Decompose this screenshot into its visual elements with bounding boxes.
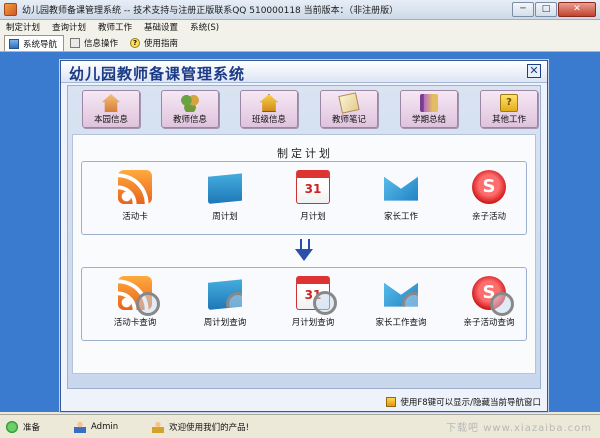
button-label: 教师笔记 (331, 115, 366, 125)
tab-label: 使用指南 (144, 39, 179, 49)
menu-item-query-plan[interactable]: 查询计划 (52, 21, 86, 33)
item-label: 周计划查询 (203, 318, 247, 328)
button-label: 班级信息 (251, 115, 286, 125)
other-work-button[interactable]: ? 其他工作 (480, 90, 538, 128)
item-label: 家长工作查询 (375, 318, 427, 328)
plan-content: 制定计划 活动卡 周计划 31 月计划 家长工作 S 亲子活动 活动卡查询 周计… (72, 134, 536, 374)
week-plan-item[interactable]: 周计划 (190, 170, 260, 222)
status-welcome-text: 欢迎使用我们的产品! (169, 422, 250, 433)
tab-label: 系统导航 (23, 39, 58, 50)
workspace: 幼儿园教师备课管理系统 ✕ 本园信息 教师信息 班级信息 教师笔记 学期总结 ?… (0, 52, 600, 412)
panel-body: 本园信息 教师信息 班级信息 教师笔记 学期总结 ? 其他工作 制定计划 活动卡… (67, 85, 541, 389)
parent-work-item[interactable]: 家长工作 (366, 170, 436, 222)
close-button[interactable]: ✕ (558, 2, 596, 17)
book-icon (420, 94, 438, 112)
activity-card-query-item[interactable]: 活动卡查询 (100, 276, 170, 328)
query-group: 活动卡查询 周计划查询 31 月计划查询 家长工作查询 S 亲子活动查询 (81, 267, 527, 341)
item-label: 活动卡查询 (113, 318, 157, 328)
semester-summary-button[interactable]: 学期总结 (400, 90, 458, 128)
button-label: 其他工作 (491, 115, 526, 125)
button-label: 教师信息 (172, 115, 207, 125)
window-controls: ─ □ ✕ (511, 2, 596, 17)
nav-icon (9, 38, 19, 49)
button-label: 学期总结 (411, 115, 446, 125)
maximize-button[interactable]: □ (535, 2, 557, 17)
menu-bar: 制定计划 查询计划 教师工作 基础设置 系统(S) (0, 20, 600, 34)
family-activity-item[interactable]: S 亲子活动 (454, 170, 524, 222)
tab-system-nav[interactable]: 系统导航 (4, 35, 65, 51)
ready-icon (6, 420, 18, 433)
window-title: 幼儿园教师备课管理系统 -- 技术支持与注册正版联系QQ 510000118 当… (22, 6, 399, 16)
item-label: 月计划查询 (291, 318, 335, 328)
item-label: 家长工作 (383, 212, 418, 222)
section-title: 制定计划 (277, 147, 333, 160)
teacher-info-button[interactable]: 教师信息 (161, 90, 219, 128)
rss-search-icon (118, 276, 160, 316)
month-plan-search-icon: 31 (296, 276, 337, 315)
class-info-button[interactable]: 班级信息 (240, 90, 298, 128)
week-plan-search-icon (208, 279, 242, 310)
hint-text: 使用F8键可以显示/隐藏当前导航窗口 (400, 398, 541, 408)
class-icon (260, 94, 278, 112)
week-plan-icon (208, 173, 242, 204)
welcome-icon (152, 420, 165, 433)
panel-close-button[interactable]: ✕ (527, 64, 541, 78)
kindergarten-info-button[interactable]: 本园信息 (82, 90, 140, 128)
minimize-button[interactable]: ─ (512, 2, 534, 17)
category-row: 本园信息 教师信息 班级信息 教师笔记 学期总结 ? 其他工作 (68, 90, 542, 132)
people-icon (181, 94, 199, 112)
status-user: Admin (74, 420, 119, 433)
parent-work-search-icon (384, 282, 418, 307)
status-user-text: Admin (91, 421, 119, 432)
tab-info-ops[interactable]: 信息操作 (66, 35, 124, 51)
tab-user-guide[interactable]: ? 使用指南 (126, 35, 184, 51)
parent-work-query-item[interactable]: 家长工作查询 (366, 276, 436, 328)
info-icon (70, 38, 81, 48)
help-icon: ? (130, 38, 141, 48)
note-icon (338, 92, 360, 114)
week-plan-query-item[interactable]: 周计划查询 (190, 276, 260, 328)
f8-hint: 使用F8键可以显示/隐藏当前导航窗口 (386, 396, 541, 408)
app-icon (4, 3, 17, 16)
month-plan-item[interactable]: 31 月计划 (278, 170, 348, 222)
user-icon (74, 420, 87, 433)
arrow-down-icon (295, 239, 313, 263)
plan-group: 活动卡 周计划 31 月计划 家长工作 S 亲子活动 (81, 161, 527, 235)
parent-work-icon (384, 176, 418, 201)
item-label: 周计划 (212, 212, 238, 222)
family-activity-search-icon: S (472, 276, 514, 316)
navigation-panel: 幼儿园教师备课管理系统 ✕ 本园信息 教师信息 班级信息 教师笔记 学期总结 ?… (60, 60, 548, 412)
panel-header: 幼儿园教师备课管理系统 ✕ (61, 61, 547, 83)
status-ready-text: 准备 (23, 422, 41, 433)
item-label: 活动卡 (122, 212, 148, 222)
tab-label: 信息操作 (84, 39, 119, 49)
status-bar: 准备 Admin 欢迎使用我们的产品! 下载吧 www.xiazaiba.com (0, 414, 600, 438)
rss-icon (118, 170, 152, 204)
watermark: 下载吧 www.xiazaiba.com (446, 423, 592, 434)
other-icon: ? (500, 94, 518, 112)
status-ready: 准备 (6, 420, 41, 433)
menu-item-system[interactable]: 系统(S) (190, 21, 219, 33)
teacher-notes-button[interactable]: 教师笔记 (320, 90, 378, 128)
item-label: 亲子活动查询 (463, 318, 515, 328)
month-plan-icon: 31 (296, 170, 330, 204)
house-icon (102, 94, 120, 112)
item-label: 亲子活动 (471, 212, 506, 222)
month-plan-query-item[interactable]: 31 月计划查询 (278, 276, 348, 328)
toolbar: 系统导航 信息操作 ? 使用指南 (0, 34, 600, 52)
menu-item-teacher-work[interactable]: 教师工作 (98, 21, 132, 33)
item-label: 月计划 (300, 212, 326, 222)
status-welcome: 欢迎使用我们的产品! (152, 420, 250, 433)
family-activity-query-item[interactable]: S 亲子活动查询 (454, 276, 524, 328)
panel-title: 幼儿园教师备课管理系统 (69, 65, 246, 83)
button-label: 本园信息 (93, 115, 128, 125)
activity-card-item[interactable]: 活动卡 (100, 170, 170, 222)
menu-item-basic-settings[interactable]: 基础设置 (144, 21, 178, 33)
family-activity-icon: S (472, 170, 506, 204)
title-bar: 幼儿园教师备课管理系统 -- 技术支持与注册正版联系QQ 510000118 当… (0, 0, 600, 20)
menu-item-make-plan[interactable]: 制定计划 (6, 21, 40, 33)
hint-icon (386, 397, 397, 407)
